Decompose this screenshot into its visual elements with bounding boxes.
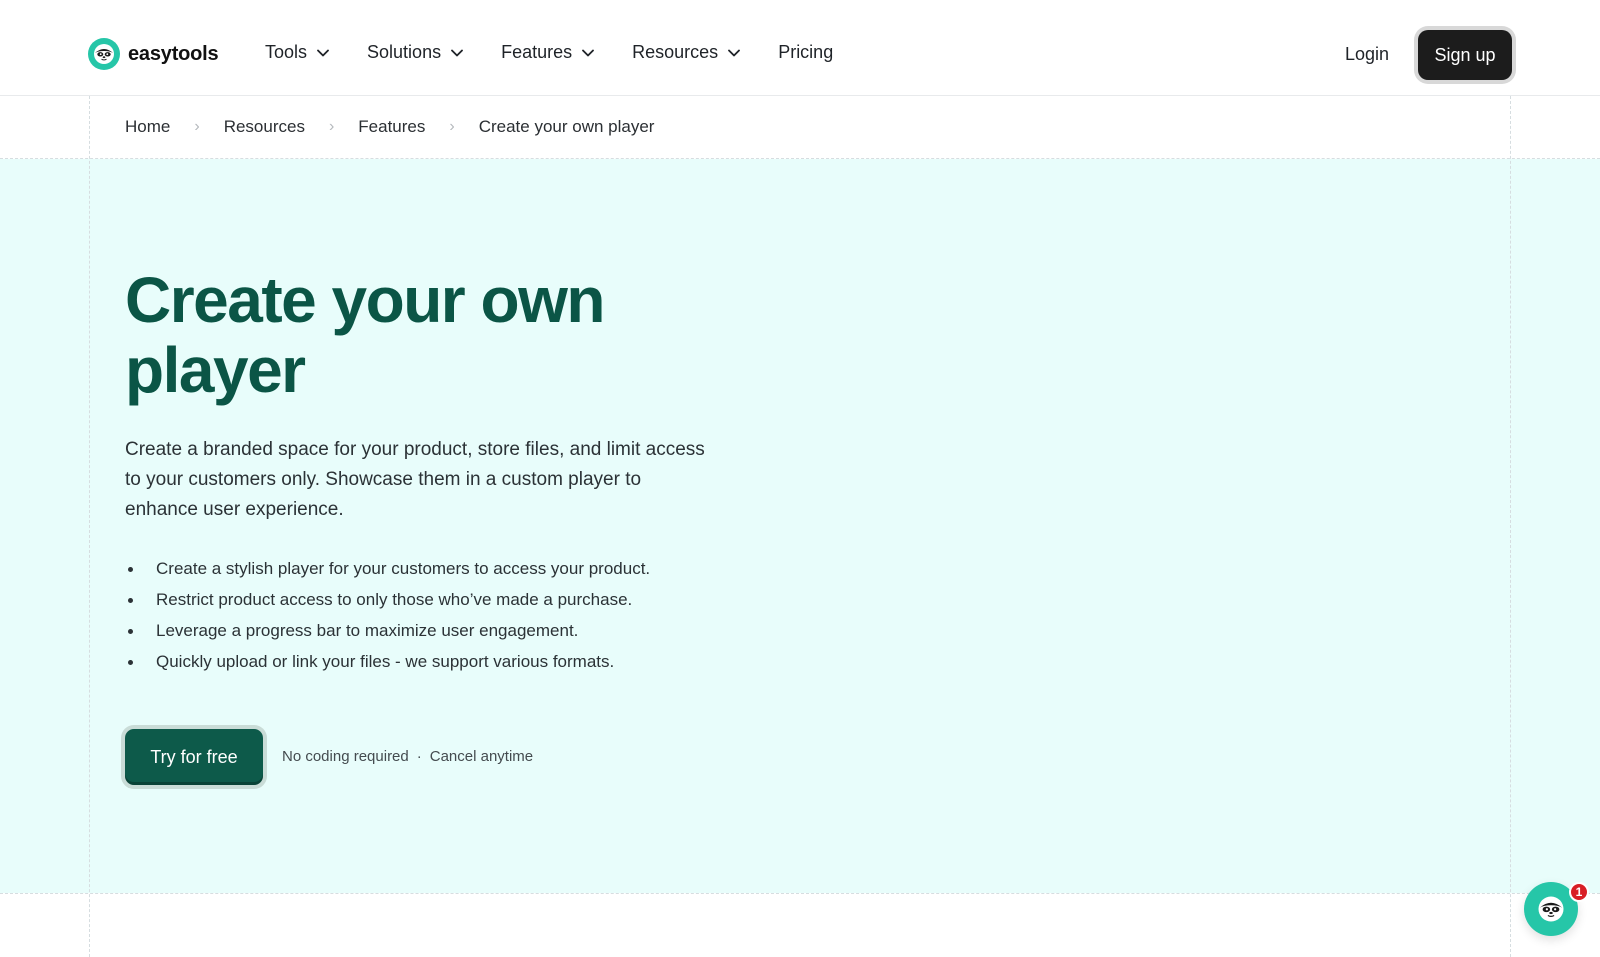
cancel-anytime-note: Cancel anytime <box>429 748 534 765</box>
guide-line-bottom <box>0 893 1600 894</box>
nav-item-solutions[interactable]: Solutions <box>367 42 463 63</box>
nav-item-resources[interactable]: Resources <box>632 42 741 63</box>
chevron-down-icon <box>317 49 329 56</box>
list-item: Quickly upload or link your files - we s… <box>125 649 695 675</box>
cta-note: No coding required · Cancel anytime <box>282 748 533 765</box>
list-item: Create a stylish player for your custome… <box>125 556 695 582</box>
signup-button[interactable]: Sign up <box>1418 30 1512 80</box>
brand-name: easytools <box>128 42 219 65</box>
login-link[interactable]: Login <box>1345 44 1389 65</box>
chevron-down-icon <box>728 49 741 56</box>
chevron-down-icon <box>582 49 595 56</box>
nav-item-tools[interactable]: Tools <box>265 42 329 63</box>
brand-logo[interactable]: easytools <box>88 38 219 70</box>
note-separator: · <box>416 748 422 765</box>
breadcrumb-current: Create your own player <box>478 117 655 136</box>
main-nav: Tools Solutions Features Resources Prici… <box>265 42 871 63</box>
feature-list: Create a stylish player for your custome… <box>125 556 695 680</box>
nav-item-label: Tools <box>265 42 308 62</box>
guide-line-left <box>89 96 90 957</box>
guide-line-top <box>0 158 1600 159</box>
nav-item-pricing[interactable]: Pricing <box>778 42 833 63</box>
page-title: Create your own player <box>125 264 605 406</box>
nav-item-label: Features <box>501 42 573 62</box>
breadcrumb-resources[interactable]: Resources <box>224 117 305 137</box>
chevron-right-icon: › <box>328 118 335 135</box>
nav-item-label: Resources <box>632 42 719 62</box>
list-item: Leverage a progress bar to maximize user… <box>125 618 695 644</box>
notification-badge: 1 <box>1569 882 1589 902</box>
chevron-down-icon <box>451 49 463 56</box>
breadcrumb-home[interactable]: Home <box>125 117 170 137</box>
breadcrumb: Home › Resources › Features › Create you… <box>125 117 654 137</box>
hero-description: Create a branded space for your product,… <box>125 439 705 520</box>
chevron-right-icon: › <box>194 118 200 135</box>
try-for-free-button[interactable]: Try for free <box>125 729 263 785</box>
breadcrumb-features[interactable]: Features <box>358 117 425 137</box>
list-item: Restrict product access to only those wh… <box>125 587 695 613</box>
chevron-right-icon: › <box>449 118 455 135</box>
nav-item-label: Pricing <box>778 42 834 62</box>
sloth-logo-icon <box>88 38 120 70</box>
site-header: easytools Tools Solutions Features Resou… <box>0 0 1600 96</box>
guide-line-right <box>1510 96 1511 957</box>
no-coding-note: No coding required <box>282 748 409 765</box>
nav-item-label: Solutions <box>367 42 442 62</box>
sloth-chat-icon <box>1538 896 1564 922</box>
nav-item-features[interactable]: Features <box>501 42 595 63</box>
